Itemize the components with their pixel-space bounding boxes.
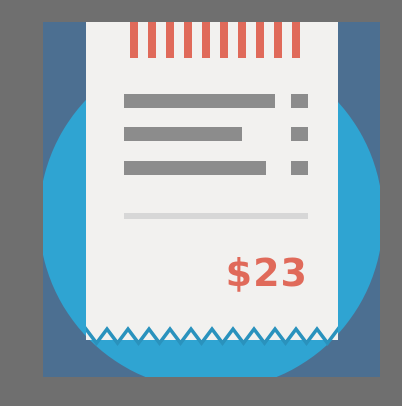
receipt-stripe: [292, 22, 300, 58]
total-divider: [124, 213, 308, 219]
receipt-stripe: [184, 22, 192, 58]
line-item-bar: [124, 161, 266, 175]
line-item-bar: [124, 94, 275, 108]
receipt-total: $23: [225, 251, 308, 295]
receipt-app-icon: $23: [0, 0, 402, 401]
line-item-amount: [291, 94, 308, 108]
receipt-stripe: [130, 22, 138, 58]
receipt-icon: [0, 0, 402, 401]
receipt-stripe: [202, 22, 210, 58]
receipt-stripe: [238, 22, 246, 58]
receipt-stripe: [148, 22, 156, 58]
receipt-stripe: [166, 22, 174, 58]
line-item-amount: [291, 127, 308, 141]
line-item-amount: [291, 161, 308, 175]
receipt-stripe: [274, 22, 282, 58]
receipt-stripe: [256, 22, 264, 58]
line-item-bar: [124, 127, 242, 141]
receipt-stripe: [220, 22, 228, 58]
